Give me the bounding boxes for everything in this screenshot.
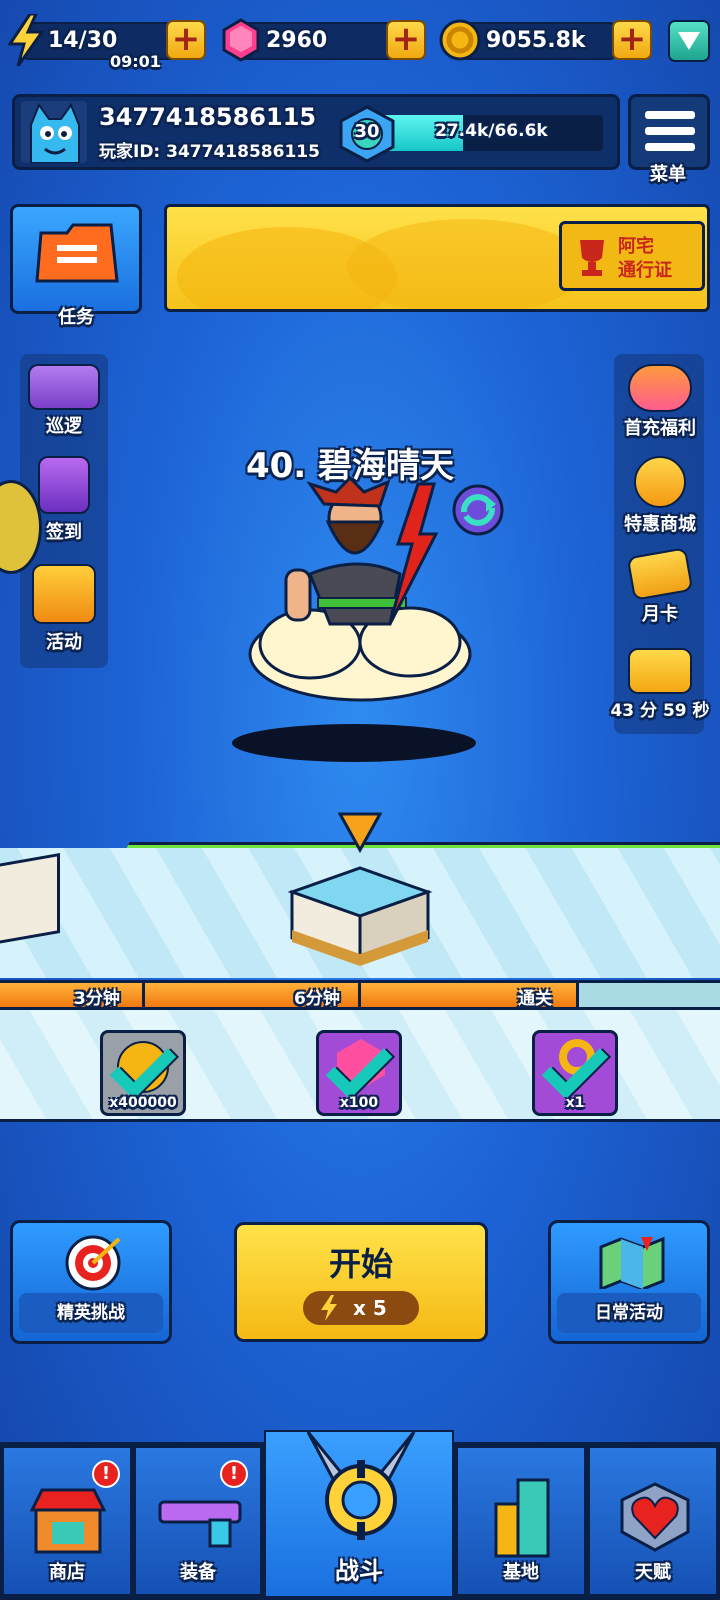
shop-alert-badge: ! [92, 1460, 120, 1488]
reward-qty: x400000 [109, 1095, 177, 1111]
claimed-check-icon [325, 1032, 393, 1100]
gem-count: 2960 [266, 28, 328, 53]
event-button[interactable]: 活动 [22, 560, 106, 656]
chest-timer-button[interactable]: 43 分 59 秒 [602, 644, 718, 726]
nav-battle[interactable]: 战斗 [264, 1430, 454, 1598]
month-card-label: 月卡 [642, 604, 678, 625]
lightning-icon [7, 12, 45, 67]
nav-equipment-label: 装备 [180, 1562, 216, 1583]
first-recharge-label: 首充福利 [624, 418, 696, 439]
location-marker-icon [337, 810, 383, 854]
heart-icon [618, 1482, 692, 1552]
crosshair-swords-icon [302, 1426, 420, 1554]
elite-challenge-button[interactable]: 精英挑战 [10, 1220, 172, 1344]
stage-progress-remaining [579, 983, 720, 1007]
daily-event-button[interactable]: 日常活动 [548, 1220, 710, 1344]
folder-icon [33, 219, 123, 289]
prev-island [0, 852, 60, 948]
megaphone-icon [32, 564, 96, 624]
current-island[interactable] [282, 862, 438, 966]
add-gems-button[interactable]: + [386, 20, 426, 60]
energy-timer: 09:01 [110, 52, 161, 71]
battle-pass-label-1: 阿宅 [618, 236, 654, 257]
special-shop-label: 特惠商城 [624, 514, 696, 535]
target-icon [63, 1233, 123, 1293]
chest-icon [628, 648, 692, 694]
start-label: 开始 [328, 1245, 393, 1283]
nav-talent-label: 天赋 [635, 1562, 671, 1583]
player-id: 玩家ID: 3477418586115 [99, 142, 320, 162]
nav-base[interactable]: 基地 [456, 1446, 586, 1596]
energy-count: 14/30 [48, 28, 118, 53]
month-card-button[interactable]: 月卡 [606, 547, 714, 630]
first-recharge-button[interactable]: 首充福利 [606, 362, 714, 442]
daily-event-label: 日常活动 [557, 1293, 701, 1333]
gift-girl-icon [628, 364, 692, 412]
quest-button[interactable]: 任务 [10, 204, 142, 328]
building-icon [488, 1474, 558, 1558]
stage-progress-bar: 3分钟 6分钟 通关 [0, 980, 720, 1010]
event-label: 活动 [46, 632, 82, 653]
trophy-icon [570, 234, 614, 278]
card-icon [626, 547, 694, 601]
reward-qty: x1 [565, 1095, 585, 1111]
menu-label: 菜单 [650, 164, 686, 185]
add-coins-button[interactable]: + [612, 20, 652, 60]
menu-button[interactable] [628, 94, 710, 170]
map-icon [597, 1233, 667, 1292]
level-badge: 30 [337, 105, 397, 163]
nav-battle-label: 战斗 [335, 1557, 383, 1585]
reward-qty: x100 [339, 1095, 379, 1111]
equipment-alert-badge: ! [220, 1460, 248, 1488]
start-cost-pill: x 5 [303, 1291, 419, 1325]
chest-timer-label: 43 分 59 秒 [610, 701, 710, 721]
nav-base-label: 基地 [503, 1562, 539, 1583]
patrol-label: 巡逻 [46, 416, 82, 437]
reward-item[interactable]: x400000 [100, 1030, 186, 1116]
boss-character[interactable] [240, 474, 480, 714]
reward-item[interactable]: x100 [316, 1030, 402, 1116]
quest-label: 任务 [58, 307, 94, 328]
claimed-check-icon [109, 1032, 177, 1100]
shield-button[interactable] [668, 20, 710, 62]
coin-icon [438, 18, 482, 62]
battle-pass-label-2: 通行证 [618, 260, 672, 281]
coin-count: 9055.8k [486, 28, 586, 53]
battle-pass-banner[interactable]: 阿宅 通行证 [164, 204, 710, 312]
checkin-label: 签到 [46, 522, 82, 543]
level-number: 30 [354, 121, 380, 142]
start-button[interactable]: 开始 x 5 [234, 1222, 488, 1342]
truck-icon [28, 364, 100, 410]
lightning-icon [321, 1295, 337, 1321]
nav-equipment[interactable]: ! 装备 [134, 1446, 262, 1596]
boss-shadow [232, 724, 476, 762]
reward-item[interactable]: x1 [532, 1030, 618, 1116]
add-energy-button[interactable]: + [166, 20, 206, 60]
milestone-label: 通关 [518, 989, 552, 1009]
nav-talent[interactable]: 天赋 [588, 1446, 718, 1596]
milestone-label: 6分钟 [294, 989, 340, 1009]
start-cost: x 5 [353, 1296, 387, 1320]
patrol-button[interactable]: 巡逻 [22, 360, 106, 440]
profile-panel[interactable]: 3477418586115 玩家ID: 3477418586115 27.4k/… [12, 94, 620, 170]
nav-shop[interactable]: ! 商店 [2, 1446, 132, 1596]
player-name: 3477418586115 [99, 103, 317, 131]
milestone-label: 3分钟 [74, 989, 120, 1009]
milestone-divider [142, 980, 145, 1010]
shop-icon [29, 1484, 107, 1554]
shield-icon [678, 32, 700, 50]
nav-shop-label: 商店 [49, 1562, 85, 1583]
xp-text: 27.4k/66.6k [435, 121, 548, 141]
battle-pass-tag[interactable]: 阿宅 通行证 [559, 221, 705, 291]
gun-icon [156, 1492, 244, 1548]
avatar[interactable] [21, 101, 87, 164]
elite-challenge-label: 精英挑战 [19, 1293, 163, 1333]
claimed-check-icon [541, 1032, 609, 1100]
milestone-divider [576, 980, 579, 1010]
gem-icon [222, 18, 260, 62]
milestone-divider [358, 980, 361, 1010]
